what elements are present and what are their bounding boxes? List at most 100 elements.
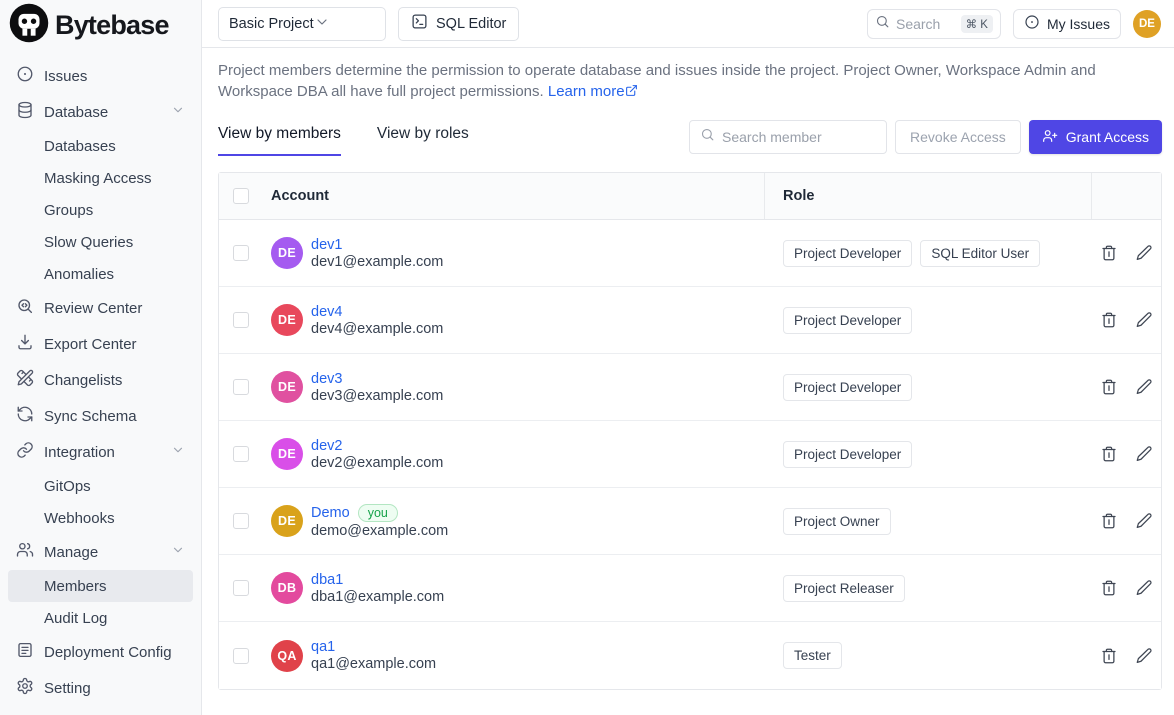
- sidebar-item-anomalies[interactable]: Anomalies: [8, 258, 193, 290]
- sidebar-item-masking-access[interactable]: Masking Access: [8, 162, 193, 194]
- sidebar-item-label: Database: [44, 104, 108, 121]
- chevron-down-icon[interactable]: [171, 543, 185, 561]
- role-badge: Project Developer: [783, 374, 912, 401]
- member-roles: Project Releaser: [765, 575, 1092, 602]
- row-checkbox[interactable]: [233, 379, 249, 395]
- you-badge: you: [358, 504, 398, 522]
- member-name-link[interactable]: dba1: [311, 572, 444, 588]
- delete-member-button[interactable]: [1100, 512, 1118, 530]
- sidebar-item-webhooks[interactable]: Webhooks: [8, 502, 193, 534]
- sidebar-item-databases[interactable]: Databases: [8, 130, 193, 162]
- members-table: Account Role DE dev1 dev1@example.com Pr…: [218, 172, 1162, 690]
- project-select[interactable]: Basic Project: [218, 7, 386, 41]
- sidebar-item-groups[interactable]: Groups: [8, 194, 193, 226]
- member-roles: Project Developer: [765, 307, 1092, 334]
- delete-member-button[interactable]: [1100, 647, 1118, 665]
- sidebar-item-changelists[interactable]: Changelists: [8, 362, 193, 398]
- member-roles: Tester: [765, 642, 1092, 669]
- view-tabs: View by members View by roles: [218, 125, 469, 156]
- row-checkbox[interactable]: [233, 580, 249, 596]
- revoke-access-button[interactable]: Revoke Access: [895, 120, 1021, 154]
- member-roles: Project Developer: [765, 441, 1092, 468]
- search-icon: [875, 14, 890, 34]
- tab-view-by-members[interactable]: View by members: [218, 125, 341, 156]
- bytebase-logo-icon: [8, 2, 50, 49]
- sidebar-nav: Issues Database Databases Masking Access…: [0, 48, 201, 715]
- select-all-checkbox[interactable]: [233, 188, 249, 204]
- table-row: DE dev2 dev2@example.com Project Develop…: [219, 421, 1161, 488]
- row-checkbox[interactable]: [233, 312, 249, 328]
- avatar: DE: [271, 237, 303, 269]
- sidebar-item-gitops[interactable]: GitOps: [8, 470, 193, 502]
- avatar: QA: [271, 640, 303, 672]
- member-name-link[interactable]: dev2: [311, 438, 443, 454]
- sidebar-item-review-center[interactable]: Review Center: [8, 290, 193, 326]
- sidebar-item-issues[interactable]: Issues: [8, 58, 193, 94]
- avatar: DE: [271, 505, 303, 537]
- delete-member-button[interactable]: [1100, 579, 1118, 597]
- sidebar-item-members[interactable]: Members: [8, 570, 193, 602]
- edit-member-button[interactable]: [1135, 445, 1153, 463]
- member-email: dev2@example.com: [311, 455, 443, 471]
- members-page: Project members determine the permission…: [202, 48, 1174, 715]
- edit-member-button[interactable]: [1135, 579, 1153, 597]
- edit-member-button[interactable]: [1135, 378, 1153, 396]
- sidebar-item-manage[interactable]: Manage: [8, 534, 193, 570]
- sidebar-item-export-center[interactable]: Export Center: [8, 326, 193, 362]
- database-icon: [16, 101, 34, 123]
- export-center-icon: [16, 333, 34, 355]
- row-checkbox[interactable]: [233, 245, 249, 261]
- user-plus-icon: [1042, 128, 1058, 147]
- member-email: qa1@example.com: [311, 656, 436, 672]
- user-avatar[interactable]: DE: [1133, 10, 1161, 38]
- edit-member-button[interactable]: [1135, 647, 1153, 665]
- learn-more-link[interactable]: Learn more: [548, 83, 625, 100]
- delete-member-button[interactable]: [1100, 244, 1118, 262]
- edit-member-button[interactable]: [1135, 512, 1153, 530]
- member-search-input[interactable]: Search member: [689, 120, 887, 154]
- role-badge: Project Owner: [783, 508, 891, 535]
- delete-member-button[interactable]: [1100, 311, 1118, 329]
- grant-access-button[interactable]: Grant Access: [1029, 120, 1162, 154]
- delete-member-button[interactable]: [1100, 378, 1118, 396]
- role-badge: Project Developer: [783, 441, 912, 468]
- my-issues-button[interactable]: My Issues: [1013, 9, 1121, 39]
- avatar: DE: [271, 438, 303, 470]
- sidebar-item-audit-log[interactable]: Audit Log: [8, 602, 193, 634]
- sql-editor-button[interactable]: SQL Editor: [398, 7, 519, 41]
- global-search-input[interactable]: Search ⌘ K: [867, 9, 1001, 39]
- brand-name: Bytebase: [55, 10, 169, 41]
- member-name-link[interactable]: dev4: [311, 304, 443, 320]
- app-window: Bytebase Issues Database Databases Maski…: [0, 0, 1174, 715]
- sidebar-item-setting[interactable]: Setting: [8, 670, 193, 706]
- row-checkbox[interactable]: [233, 446, 249, 462]
- search-icon: [700, 127, 715, 147]
- member-name-link[interactable]: dev3: [311, 371, 443, 387]
- avatar: DE: [271, 304, 303, 336]
- edit-member-button[interactable]: [1135, 244, 1153, 262]
- sidebar-item-database[interactable]: Database: [8, 94, 193, 130]
- topbar: Basic Project SQL Editor Search ⌘ K: [202, 0, 1174, 48]
- member-email: demo@example.com: [311, 523, 448, 539]
- member-roles: Project Developer: [765, 374, 1092, 401]
- sidebar-item-sync-schema[interactable]: Sync Schema: [8, 398, 193, 434]
- brand-logo[interactable]: Bytebase: [0, 0, 201, 48]
- role-badge: Project Developer: [783, 240, 912, 267]
- tab-view-by-roles[interactable]: View by roles: [377, 125, 469, 156]
- member-email: dev4@example.com: [311, 321, 443, 337]
- role-badge: Tester: [783, 642, 842, 669]
- sidebar-item-integration[interactable]: Integration: [8, 434, 193, 470]
- member-name-link[interactable]: Demoyou: [311, 504, 448, 522]
- chevron-down-icon[interactable]: [171, 443, 185, 461]
- sidebar-item-deployment-config[interactable]: Deployment Config: [8, 634, 193, 670]
- member-email: dba1@example.com: [311, 589, 444, 605]
- delete-member-button[interactable]: [1100, 445, 1118, 463]
- member-name-link[interactable]: dev1: [311, 237, 443, 253]
- member-name-link[interactable]: qa1: [311, 639, 436, 655]
- chevron-down-icon[interactable]: [171, 103, 185, 121]
- row-checkbox[interactable]: [233, 513, 249, 529]
- sidebar-item-slow-queries[interactable]: Slow Queries: [8, 226, 193, 258]
- row-checkbox[interactable]: [233, 648, 249, 664]
- edit-member-button[interactable]: [1135, 311, 1153, 329]
- page-description: Project members determine the permission…: [218, 60, 1153, 103]
